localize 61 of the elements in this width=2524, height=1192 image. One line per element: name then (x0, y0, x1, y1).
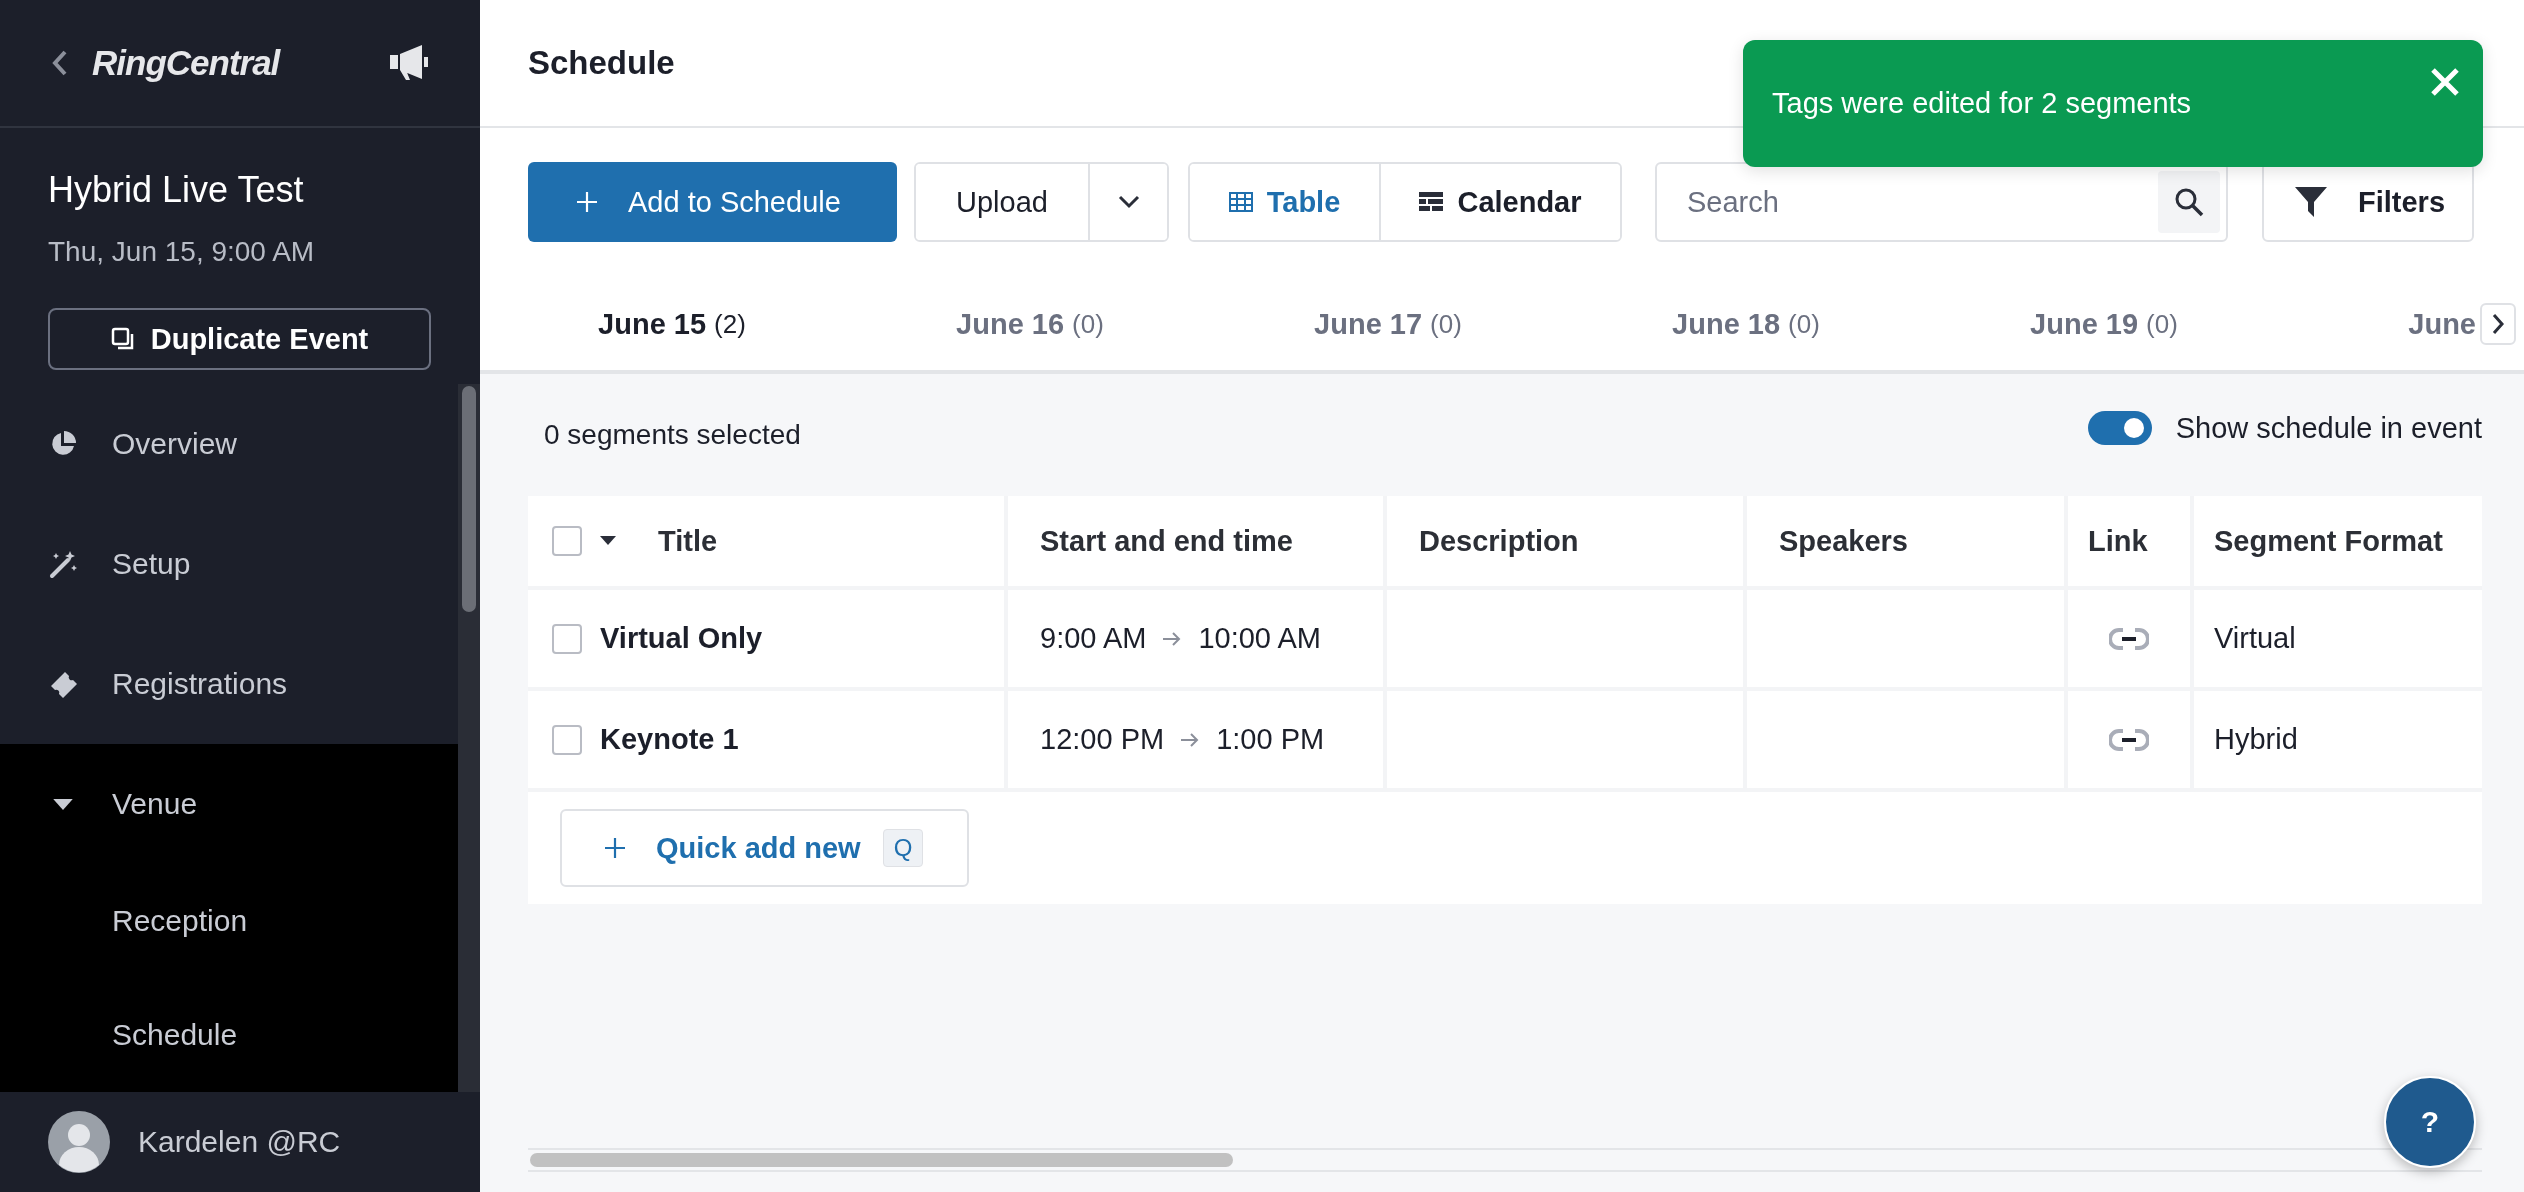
checkbox[interactable] (552, 724, 582, 755)
column-header: Speakers (1747, 496, 2064, 586)
caret-icon (53, 798, 73, 810)
event-title: Hybrid Live Test (48, 168, 305, 212)
event-date: Thu, Jun 15, 9:00 AM (48, 236, 316, 268)
quick-add-button[interactable]: Quick add new Q (560, 809, 969, 887)
table-icon (1228, 192, 1253, 212)
checkbox[interactable] (552, 526, 582, 556)
help-button[interactable]: ? (2384, 1076, 2476, 1168)
segment-title: Keynote 1 (600, 723, 739, 756)
start-time: 9:00 AM (1040, 622, 1147, 655)
avatar[interactable] (48, 1111, 110, 1173)
search-icon (2174, 187, 2204, 217)
back-chevron-icon[interactable] (52, 49, 68, 77)
funnel-icon (2294, 185, 2328, 219)
scrollbar-thumb[interactable] (462, 386, 476, 612)
nav-item[interactable]: Schedule (0, 978, 458, 1092)
arrow-right-icon (1162, 630, 1183, 647)
column-header: Segment Format (2194, 496, 2482, 586)
toggle-switch[interactable] (2087, 411, 2152, 445)
page-title: Schedule (528, 44, 675, 82)
link-icon[interactable] (2109, 727, 2149, 752)
caret-down-icon[interactable] (600, 536, 616, 546)
toggle-label: Show schedule in event (2175, 411, 2482, 445)
plus-icon (576, 191, 598, 213)
nav-item[interactable]: Reception (0, 864, 458, 978)
next-tab-button[interactable] (2480, 303, 2516, 345)
segment-title: Virtual Only (600, 622, 763, 655)
copy-icon (110, 327, 135, 351)
end-time: 1:00 PM (1216, 723, 1325, 756)
link-icon[interactable] (2109, 626, 2149, 651)
nav-item[interactable]: Overview (0, 384, 458, 504)
table-cell: Virtual (2194, 590, 2482, 687)
toast-message: Tags were edited for 2 segments (1772, 87, 2192, 120)
column-title: Title (658, 524, 718, 558)
upload-button[interactable]: Upload (916, 164, 1090, 240)
search-button[interactable] (2158, 171, 2220, 233)
add-to-schedule-button[interactable]: Add to Schedule (528, 162, 897, 242)
nav-item[interactable]: Registrations (0, 624, 458, 744)
user-name: Kardelen @RC (138, 1125, 341, 1159)
plus-icon (604, 837, 626, 859)
checkbox[interactable] (552, 623, 582, 654)
chevron-down-icon (1117, 195, 1140, 209)
end-time: 10:00 AM (1198, 622, 1321, 655)
nav-group-item[interactable]: Venue (0, 744, 458, 864)
close-icon[interactable] (2429, 66, 2461, 98)
selection-count: 0 segments selected (543, 419, 801, 451)
logo: RingCentral (92, 43, 280, 83)
nav-item[interactable]: Setup (0, 504, 458, 624)
column-header: Description (1387, 496, 1743, 586)
column-header: Link (2068, 496, 2190, 586)
chevron-right-icon (2491, 313, 2505, 335)
table-cell: Hybrid (2194, 691, 2482, 788)
magic-wand-icon (48, 549, 78, 579)
duplicate-event-button[interactable]: Duplicate Event (48, 308, 431, 370)
view-tab[interactable]: Table (1190, 164, 1381, 240)
calendar-icon (1419, 192, 1444, 212)
scrollbar-thumb[interactable] (530, 1153, 1233, 1167)
start-time: 12:00 PM (1040, 723, 1165, 756)
column-header: Start and end time (1008, 496, 1383, 586)
arrow-right-icon (1180, 731, 1201, 748)
